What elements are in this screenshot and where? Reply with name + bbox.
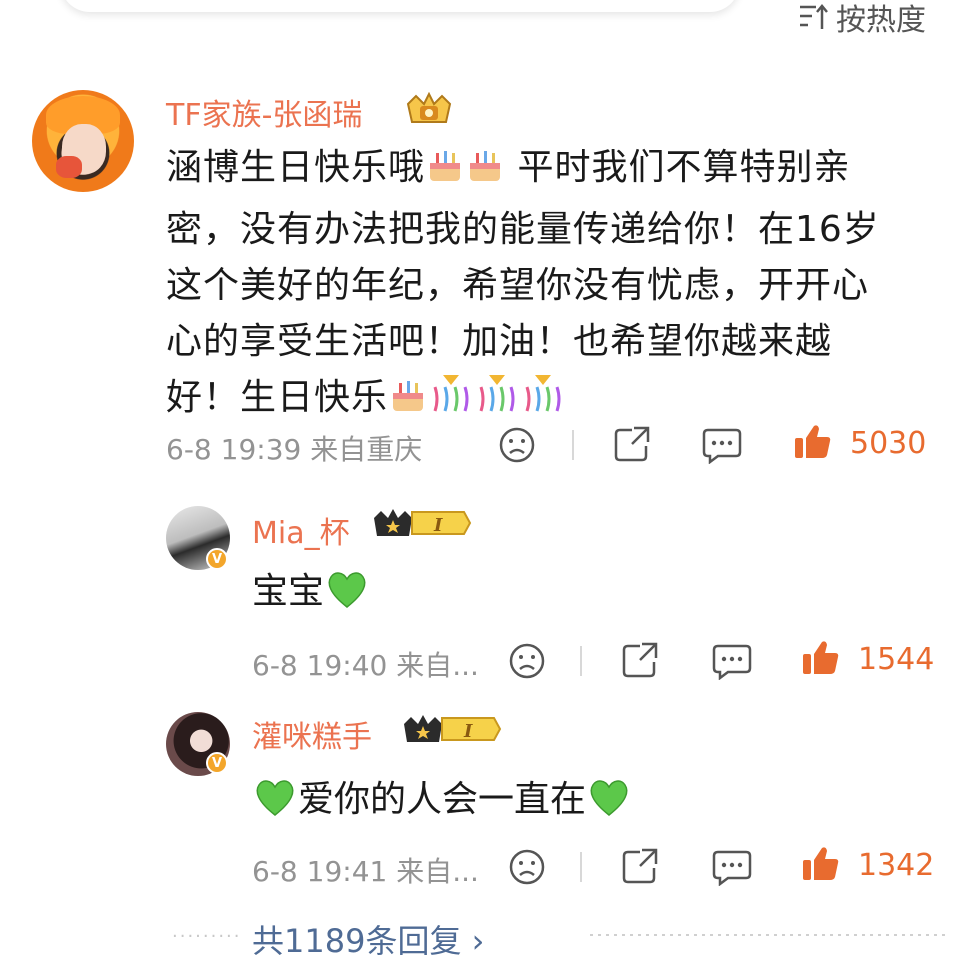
confetti-icon [475,371,519,432]
comment-icon[interactable] [712,848,752,886]
comment-username[interactable]: TF家族-张函瑞 [166,90,362,134]
sad-face-icon[interactable] [498,426,536,464]
reply-username[interactable]: Mia_杯 [252,508,350,552]
share-icon[interactable] [620,640,660,680]
share-icon[interactable] [620,846,660,886]
verified-badge-icon: V [206,548,228,570]
like-icon[interactable] [800,844,840,884]
level-badge-icon: I [404,715,502,742]
divider [572,430,574,460]
sort-button[interactable]: 按热度 [798,0,926,38]
svg-text:I: I [433,515,443,536]
crown-badge-icon [406,92,452,123]
sort-icon [800,4,828,29]
svg-text:I: I [463,721,473,742]
comment-text: 涵博生日快乐哦 平时我们不算特别亲 密，没有办法把我的能量传递给你！在16岁 这… [166,140,926,432]
share-icon[interactable] [612,424,652,464]
sad-face-icon[interactable] [508,848,546,886]
cake-icon [389,375,427,432]
level-badge-icon: I [374,509,472,536]
divider: ········· [172,926,242,947]
confetti-icon [521,371,565,432]
green-heart-icon [587,777,631,826]
more-replies-link[interactable]: 共1189条回复 › [252,916,484,962]
comment-icon[interactable] [702,426,742,464]
divider [580,852,582,882]
reply-text: 爱你的人会一直在 [252,770,632,826]
search-box[interactable] [60,0,740,12]
reply-text: 宝宝 [252,562,370,618]
sort-label: 按热度 [836,3,926,38]
like-icon[interactable] [792,422,832,462]
cake-icon [466,145,504,202]
like-count: 1544 [858,642,935,677]
comment-icon[interactable] [712,642,752,680]
sad-face-icon[interactable] [508,642,546,680]
like-count: 5030 [850,426,927,461]
divider [580,646,582,676]
reply-timestamp: 6-8 19:41 来自... [252,855,479,888]
green-heart-icon [325,569,369,618]
green-heart-icon [253,777,297,826]
confetti-icon [429,371,473,432]
cake-icon [426,145,464,202]
verified-badge-icon: V [206,752,228,774]
reply-username[interactable]: 灌咪糕手 [252,712,372,756]
divider [590,934,950,936]
like-count: 1342 [858,848,935,883]
reply-timestamp: 6-8 19:40 来自... [252,649,479,682]
avatar[interactable] [32,90,134,192]
comment-timestamp: 6-8 19:39 来自重庆 [166,433,423,466]
like-icon[interactable] [800,638,840,678]
